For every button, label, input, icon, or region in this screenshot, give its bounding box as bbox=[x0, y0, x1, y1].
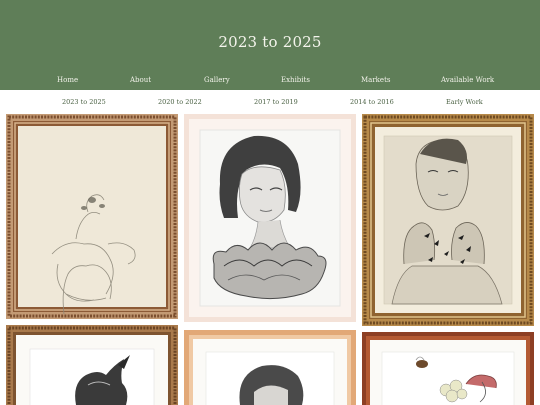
artwork-card[interactable] bbox=[6, 114, 178, 319]
artwork-card[interactable] bbox=[184, 114, 356, 322]
woman-portrait-ruffle-sketch-icon bbox=[184, 114, 356, 322]
bird-head-sketch-icon bbox=[6, 325, 178, 405]
artwork-grid bbox=[0, 0, 540, 405]
figure-with-plant-sketch-icon bbox=[6, 114, 178, 319]
artwork-card[interactable] bbox=[362, 332, 534, 405]
portrait-sketch-icon bbox=[184, 330, 356, 405]
artwork-card[interactable] bbox=[184, 330, 356, 405]
bee-flower-bird-sketch-icon bbox=[362, 332, 534, 405]
artwork-card[interactable] bbox=[362, 114, 534, 326]
artwork-card[interactable] bbox=[6, 325, 178, 405]
woman-hands-birds-sketch-icon bbox=[362, 114, 534, 326]
